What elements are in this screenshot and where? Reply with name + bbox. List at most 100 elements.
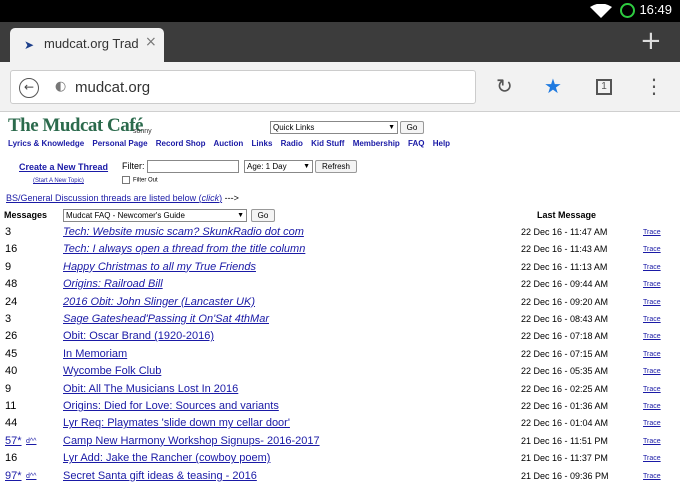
filter-out-label: Filter Out: [133, 177, 158, 184]
mudcat-favicon-icon: ➤: [24, 38, 35, 52]
trace-link[interactable]: Trace: [643, 281, 661, 288]
trace-link[interactable]: Trace: [643, 333, 661, 340]
bs-click-link[interactable]: click: [202, 193, 220, 203]
messages-column-header: Messages: [4, 210, 48, 220]
trace-link[interactable]: Trace: [643, 316, 661, 323]
toolbar: ← ◐ mudcat.org ↻ ★ 1 ⋮: [0, 62, 680, 112]
bs-discussion-line: BS/General Discussion threads are listed…: [6, 193, 239, 203]
trace-link[interactable]: Trace: [643, 246, 661, 253]
table-row: 16 Lyr Add: Jake the Rancher (cowboy poem…: [0, 452, 680, 469]
message-count: 3: [5, 226, 12, 238]
age-select[interactable]: Age: 1 Day ▼: [244, 160, 313, 173]
thread-title-link[interactable]: Lyr Req: Playmates 'slide down my cellar…: [63, 417, 290, 429]
filter-out-option[interactable]: Filter Out: [122, 176, 158, 184]
trace-link[interactable]: Trace: [643, 368, 661, 375]
bookmark-star-icon[interactable]: ★: [544, 76, 562, 96]
message-count: 44: [5, 417, 18, 430]
nav-link-faq[interactable]: FAQ: [408, 139, 424, 148]
site-info-icon[interactable]: ◐: [55, 79, 66, 94]
create-thread-link[interactable]: Create a New Thread: [19, 162, 108, 172]
faq-go-button[interactable]: Go: [251, 209, 275, 222]
thread-title-link[interactable]: In Memoriam: [63, 348, 127, 360]
new-tab-icon[interactable]: +: [640, 28, 662, 54]
nav-link-kid-stuff[interactable]: Kid Stuff: [311, 139, 344, 148]
last-message-date: 22 Dec 16 - 01:36 AM: [521, 401, 609, 411]
nav-link-personal-page[interactable]: Personal Page: [92, 139, 147, 148]
trace-link[interactable]: Trace: [643, 420, 661, 427]
url-text[interactable]: mudcat.org: [75, 79, 150, 96]
bs-paren[interactable]: ): [219, 193, 222, 203]
tab-strip: ➤ mudcat.org Trad × +: [0, 22, 680, 62]
tab-close-icon[interactable]: ×: [145, 34, 157, 50]
trace-link[interactable]: Trace: [643, 386, 661, 393]
thread-title-link[interactable]: 2016 Obit: John Slinger (Lancaster UK): [63, 296, 255, 308]
trace-link[interactable]: Trace: [643, 473, 661, 480]
nav-link-help[interactable]: Help: [433, 139, 450, 148]
jump-link[interactable]: d^^: [26, 438, 36, 445]
quick-links-go-button[interactable]: Go: [400, 121, 424, 134]
table-row: 40 Wycombe Folk Club 22 Dec 16 - 05:35 AM T…: [0, 365, 680, 382]
table-row: 3 Tech: Website music scam? SkunkRadio do…: [0, 226, 680, 243]
table-row: 44 Lyr Req: Playmates 'slide down my cell…: [0, 417, 680, 434]
quick-links-label: Quick Links: [273, 123, 315, 132]
trace-link[interactable]: Trace: [643, 229, 661, 236]
quick-links-select[interactable]: Quick Links ▼: [270, 121, 398, 134]
site-logo[interactable]: The Mudcat Café: [8, 115, 143, 137]
table-row: 9 Obit: All The Musicians Lost In 2016 22 …: [0, 383, 680, 400]
nav-link-links[interactable]: Links: [252, 139, 273, 148]
faq-select[interactable]: Mudcat FAQ - Newcomer's Guide ▼: [63, 209, 247, 222]
refresh-button[interactable]: Refresh: [315, 160, 357, 173]
message-count: 11: [5, 400, 17, 412]
thread-title-link[interactable]: Tech: Website music scam? SkunkRadio dot…: [63, 226, 304, 238]
start-topic-link[interactable]: (Start A New Topic): [33, 178, 84, 184]
browser-tab[interactable]: ➤ mudcat.org Trad ×: [10, 28, 164, 62]
thread-title-link[interactable]: Secret Santa gift ideas & teasing - 2016: [63, 470, 257, 482]
table-row: 45 In Memoriam 22 Dec 16 - 07:15 AM Trace: [0, 348, 680, 365]
trace-link[interactable]: Trace: [643, 455, 661, 462]
overflow-menu-icon[interactable]: ⋮: [644, 76, 664, 96]
nav-link-radio[interactable]: Radio: [281, 139, 303, 148]
faq-select-value: Mudcat FAQ - Newcomer's Guide: [66, 211, 185, 220]
filter-out-checkbox[interactable]: [122, 176, 130, 184]
status-bar: 16:49: [0, 0, 680, 22]
site-nav: Lyrics & Knowledge Personal Page Record …: [8, 139, 456, 148]
jump-link[interactable]: d^^: [26, 473, 36, 480]
message-count[interactable]: 97*: [5, 470, 22, 482]
thread-title-link[interactable]: Wycombe Folk Club: [63, 365, 161, 377]
trace-link[interactable]: Trace: [643, 403, 661, 410]
trace-link[interactable]: Trace: [643, 438, 661, 445]
thread-title-link[interactable]: Obit: Oscar Brand (1920-2016): [63, 330, 214, 342]
trace-link[interactable]: Trace: [643, 299, 661, 306]
thread-title-link[interactable]: Origins: Died for Love: Sources and vari…: [63, 400, 279, 412]
nav-link-membership[interactable]: Membership: [353, 139, 400, 148]
filter-input[interactable]: [147, 160, 239, 173]
chevron-down-icon: ▼: [388, 124, 395, 131]
chevron-down-icon: ▼: [237, 212, 244, 219]
message-count: 9: [5, 382, 12, 395]
age-select-value: Age: 1 Day: [247, 162, 287, 171]
nav-link-record-shop[interactable]: Record Shop: [156, 139, 206, 148]
trace-link[interactable]: Trace: [643, 351, 661, 358]
back-arrow-icon[interactable]: ←: [19, 78, 39, 98]
message-count: 16: [5, 243, 18, 256]
thread-title-link[interactable]: Happy Christmas to all my True Friends: [63, 261, 256, 273]
thread-title-link[interactable]: Obit: All The Musicians Lost In 2016: [63, 383, 238, 395]
bs-discussion-text[interactable]: BS/General Discussion threads are listed…: [6, 193, 202, 203]
thread-title-link[interactable]: Tech: I always open a thread from the ti…: [63, 243, 305, 255]
trace-link[interactable]: Trace: [643, 264, 661, 271]
last-message-date: 22 Dec 16 - 02:25 AM: [521, 383, 609, 394]
reload-icon[interactable]: ↻: [496, 76, 513, 96]
address-bar[interactable]: ← ◐ mudcat.org: [10, 70, 476, 104]
nav-link-lyrics[interactable]: Lyrics & Knowledge: [8, 139, 84, 148]
nav-link-auction[interactable]: Auction: [214, 139, 244, 148]
last-message-column-header: Last Message: [537, 210, 597, 220]
message-count: 48: [5, 278, 18, 291]
last-message-date: 21 Dec 16 - 11:37 PM: [521, 453, 608, 464]
table-row: 3 Sage Gateshead'Passing it On'Sat 4thMar…: [0, 313, 680, 330]
thread-title-link[interactable]: Lyr Add: Jake the Rancher (cowboy poem): [63, 452, 270, 464]
thread-title-link[interactable]: Origins: Railroad Bill: [63, 278, 163, 290]
thread-title-link[interactable]: Sage Gateshead'Passing it On'Sat 4thMar: [63, 313, 269, 325]
tabs-overview-icon[interactable]: 1: [596, 79, 612, 95]
thread-title-link[interactable]: Camp New Harmony Workshop Signups- 2016-…: [63, 435, 320, 447]
message-count[interactable]: 57*: [5, 435, 22, 447]
